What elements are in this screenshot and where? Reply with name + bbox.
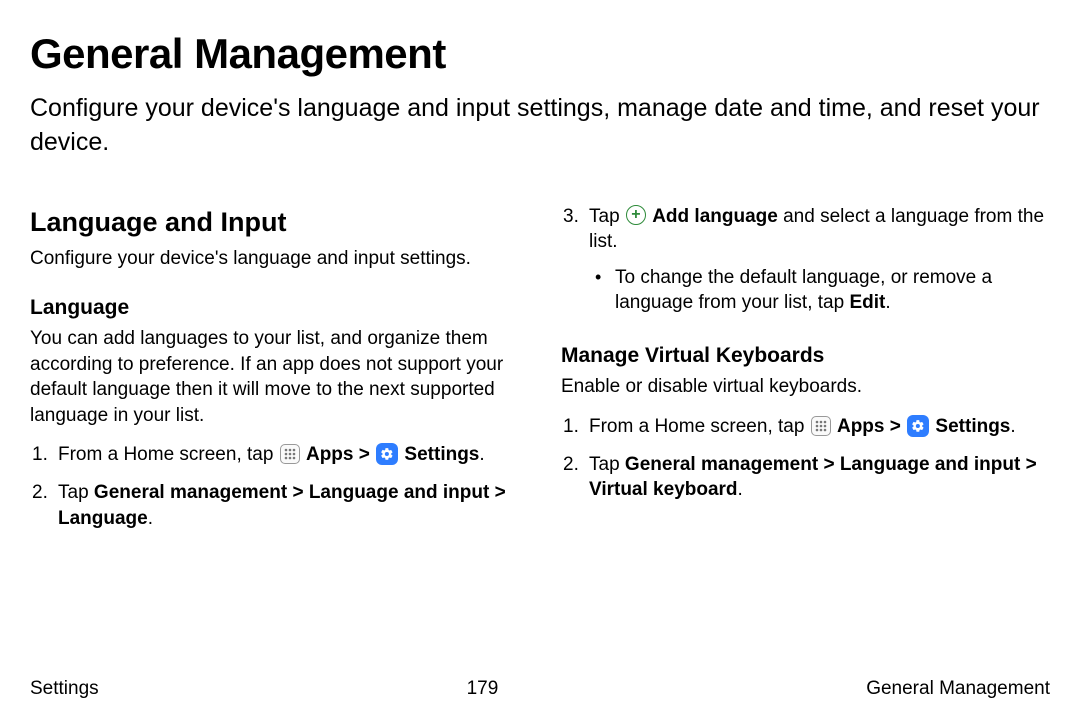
- footer-right: General Management: [866, 678, 1050, 700]
- step-text: Tap: [58, 482, 94, 503]
- edit-label: Edit: [849, 292, 885, 313]
- step-item: From a Home screen, tap Apps > Settings.: [30, 442, 519, 468]
- period-text: .: [738, 479, 743, 500]
- subsection-heading-language: Language: [30, 294, 519, 322]
- period-text: .: [148, 508, 153, 529]
- period-text: .: [479, 444, 484, 465]
- step-text: Tap: [589, 454, 625, 475]
- bullet-text: To change the default language, or remov…: [615, 267, 992, 314]
- settings-label: Settings: [935, 416, 1010, 437]
- sub-bullet-list: To change the default language, or remov…: [589, 265, 1050, 316]
- footer-page-number: 179: [467, 678, 499, 700]
- apps-label: Apps: [306, 444, 354, 465]
- chevron-text: >: [884, 416, 906, 437]
- step-path: General management > Language and input …: [58, 482, 506, 529]
- settings-label: Settings: [404, 444, 479, 465]
- page-footer: Settings 179 General Management: [30, 662, 1050, 700]
- apps-icon: [280, 444, 300, 464]
- right-column: Tap + Add language and select a language…: [561, 204, 1050, 663]
- settings-icon: [376, 443, 398, 465]
- page-title: General Management: [30, 30, 1050, 78]
- apps-label: Apps: [837, 416, 885, 437]
- step-text: From a Home screen, tap: [589, 416, 810, 437]
- steps-list: From a Home screen, tap Apps > Settings.: [30, 442, 519, 531]
- settings-icon: [907, 415, 929, 437]
- section-heading-language-input: Language and Input: [30, 204, 519, 240]
- step-item: From a Home screen, tap Apps > Settings.: [561, 414, 1050, 440]
- step-item: Tap General management > Language and in…: [561, 452, 1050, 503]
- step-text: Tap: [589, 206, 625, 227]
- section-desc: Configure your device's language and inp…: [30, 246, 519, 272]
- content-columns: Language and Input Configure your device…: [30, 204, 1050, 663]
- subsection-heading-keyboards: Manage Virtual Keyboards: [561, 342, 1050, 370]
- steps-list: From a Home screen, tap Apps > Settings.: [561, 414, 1050, 503]
- page-intro: Configure your device's language and inp…: [30, 92, 1050, 160]
- chevron-text: >: [353, 444, 375, 465]
- bullet-item: To change the default language, or remov…: [589, 265, 1050, 316]
- step-text: From a Home screen, tap: [58, 444, 279, 465]
- footer-left: Settings: [30, 678, 99, 700]
- add-language-label: Add language: [652, 206, 778, 227]
- left-column: Language and Input Configure your device…: [30, 204, 519, 663]
- plus-icon: +: [626, 205, 646, 225]
- step-path: General management > Language and input …: [589, 454, 1037, 501]
- steps-list-continued: Tap + Add language and select a language…: [561, 204, 1050, 317]
- step-item: Tap + Add language and select a language…: [561, 204, 1050, 317]
- period-text: .: [1010, 416, 1015, 437]
- section-desc: Enable or disable virtual keyboards.: [561, 374, 1050, 400]
- body-text: You can add languages to your list, and …: [30, 326, 519, 429]
- period-text: .: [885, 292, 890, 313]
- step-item: Tap General management > Language and in…: [30, 480, 519, 531]
- apps-icon: [811, 416, 831, 436]
